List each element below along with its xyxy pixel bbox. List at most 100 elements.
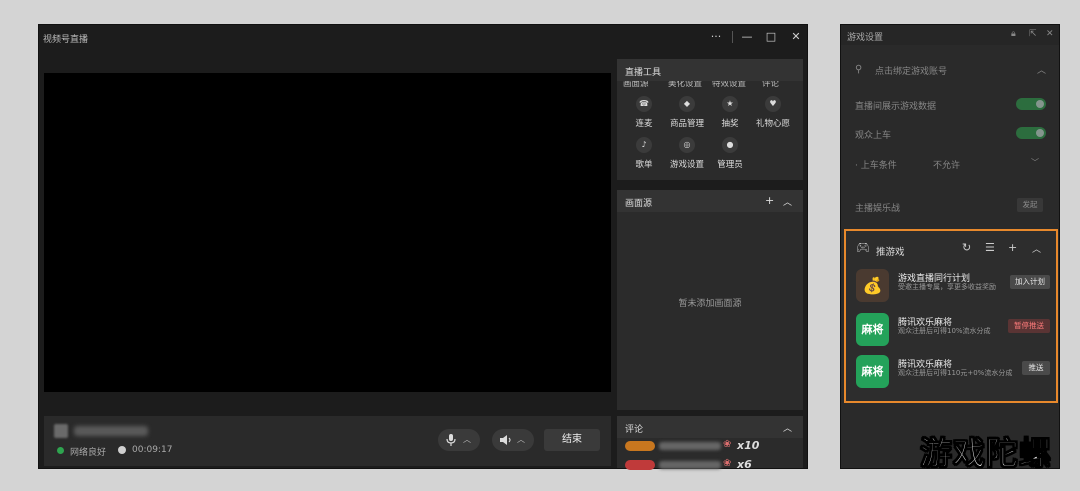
live-tools-header: 直播工具 <box>617 59 803 81</box>
speaker-control[interactable]: ︿ <box>492 429 534 451</box>
minimize-icon[interactable]: — <box>739 29 755 45</box>
refresh-icon[interactable]: ↻ <box>962 241 971 254</box>
host-fun-battle-button[interactable]: 发起 <box>1017 198 1043 212</box>
title-bar: 视频号直播 ··· — □ ✕ <box>39 25 807 49</box>
title-divider <box>732 31 733 43</box>
gift-count: x10 <box>737 439 760 452</box>
gift-icon: ❀ <box>723 439 732 450</box>
add-icon[interactable]: + <box>1008 241 1017 254</box>
mic-icon <box>446 434 456 446</box>
lock-icon[interactable]: 🔒︎ <box>1011 29 1016 39</box>
join-plan-button[interactable]: 加入计划 <box>1010 275 1050 289</box>
live-main-window: 视频号直播 ··· — □ ✕ 网络良好 00:09:17 ︿ ︿ 结束 直播工… <box>38 24 808 471</box>
game-item-desc: 受邀主播专属，享更多收益奖励 <box>898 283 996 291</box>
bind-account-row[interactable]: ⚲ 点击绑定游戏账号 ︿ <box>849 56 1053 84</box>
fan-badge <box>625 441 655 451</box>
push-game-section: 🎮︎ 推游戏 ↻ ☰ + ︿ 💰 游戏直播同行计划 受邀主播专属，享更多收益奖励… <box>844 229 1058 403</box>
end-live-button[interactable]: 结束 <box>544 429 600 451</box>
tool-admin[interactable]: ● 管理员 <box>708 137 752 170</box>
lottery-icon: ★ <box>722 96 738 112</box>
user-icon: ⚲ <box>855 64 863 75</box>
network-status: 网络良好 <box>70 448 107 458</box>
add-icon[interactable]: + <box>765 194 774 207</box>
comment-blurred <box>659 461 721 469</box>
game-settings-window: 游戏设置 🔒︎ ⇱ ✕ ⚲ 点击绑定游戏账号 ︿ 直播间展示游戏数据 观众上车 … <box>840 24 1060 469</box>
goods-icon: ◆ <box>679 96 695 112</box>
live-preview <box>44 73 611 392</box>
chevron-up-icon[interactable]: ︿ <box>783 421 792 434</box>
clock-icon <box>118 446 126 454</box>
tool-playlist[interactable]: ♪ 歌单 <box>622 137 666 170</box>
join-condition-value: 不允许 <box>933 161 961 171</box>
live-status-bar: 网络良好 00:09:17 ︿ ︿ 结束 <box>44 416 611 466</box>
game-item-desc: 观众注册后可得110元+0%流水分成 <box>898 369 1013 377</box>
gift-count: x6 <box>737 458 752 471</box>
speaker-icon <box>500 435 511 445</box>
chevron-up-icon[interactable]: ︿ <box>1037 63 1046 76</box>
tool-cut-label[interactable]: 美化设置 <box>668 81 702 89</box>
fan-badge <box>625 460 655 470</box>
tool-link-mic[interactable]: ☎ 连麦 <box>622 96 666 129</box>
game-settings-titlebar: 游戏设置 🔒︎ ⇱ ✕ <box>841 25 1059 45</box>
audience-join-label: 观众上车 <box>855 131 892 141</box>
show-game-data-label: 直播间展示游戏数据 <box>855 102 937 112</box>
live-tools-title: 直播工具 <box>625 68 662 78</box>
playlist-icon: ♪ <box>636 137 652 153</box>
mahjong-game-icon: 麻将 <box>856 313 889 346</box>
scene-source-panel: 画面源 + ︿ 暂未添加画面源 <box>617 190 803 410</box>
comment-title: 评论 <box>625 425 644 435</box>
close-icon[interactable]: ✕ <box>1046 29 1054 39</box>
join-condition-label: · 上车条件 <box>855 161 897 171</box>
game-item: 麻将 腾讯欢乐麻将 观众注册后可得10%流水分成 暂停推送 <box>856 313 1052 349</box>
tool-lottery[interactable]: ★ 抽奖 <box>708 96 752 129</box>
popout-icon[interactable]: ⇱ <box>1029 29 1037 39</box>
scene-source-header: 画面源 + ︿ <box>617 190 803 212</box>
window-title: 视频号直播 <box>43 35 89 45</box>
game-item-desc: 观众注册后可得10%流水分成 <box>898 327 991 335</box>
tool-game-settings[interactable]: ◎ 游戏设置 <box>665 137 709 170</box>
chevron-up-icon[interactable]: ︿ <box>517 434 525 445</box>
watermark: 游戏陀螺 <box>919 434 1053 473</box>
gamepad-icon: ◎ <box>679 137 695 153</box>
admin-icon: ● <box>722 137 738 153</box>
more-icon[interactable]: ··· <box>708 29 724 45</box>
live-duration: 00:09:17 <box>132 445 173 455</box>
gamepad-icon: 🎮︎ <box>856 241 870 254</box>
maximize-icon[interactable]: □ <box>763 29 779 45</box>
close-icon[interactable]: ✕ <box>788 29 804 45</box>
comment-header: 评论 ︿ <box>617 416 803 438</box>
scene-source-empty: 暂未添加画面源 <box>678 299 742 309</box>
tool-goods[interactable]: ◆ 商品管理 <box>665 96 709 129</box>
chevron-up-icon[interactable]: ︿ <box>783 195 792 208</box>
network-status-icon <box>57 447 64 454</box>
show-game-data-toggle[interactable] <box>1016 98 1046 110</box>
chevron-up-icon[interactable]: ︿ <box>463 434 471 445</box>
username-blurred <box>74 426 148 436</box>
list-icon[interactable]: ☰ <box>985 241 995 254</box>
join-condition-select[interactable]: 不允许 ﹀ <box>927 156 1047 171</box>
push-button[interactable]: 推送 <box>1022 361 1050 375</box>
mic-control[interactable]: ︿ <box>438 429 480 451</box>
link-mic-icon: ☎ <box>636 96 652 112</box>
pause-push-button[interactable]: 暂停推送 <box>1008 319 1050 333</box>
chevron-down-icon: ﹀ <box>1031 158 1039 167</box>
avatar <box>54 424 68 438</box>
game-settings-title: 游戏设置 <box>847 33 884 43</box>
scene-source-title: 画面源 <box>625 199 653 209</box>
gift-wish-icon: ♥ <box>765 96 781 112</box>
comment-panel: 评论 ︿ ❀ x10 ❀ x6 <box>617 416 803 471</box>
game-item: 麻将 腾讯欢乐麻将 观众注册后可得110元+0%流水分成 推送 <box>856 355 1052 391</box>
comment-blurred <box>659 442 721 450</box>
bind-account-label: 点击绑定游戏账号 <box>875 67 948 77</box>
host-fun-battle-label: 主播娱乐战 <box>855 204 901 214</box>
tool-cut-label[interactable]: 评论 <box>762 81 779 89</box>
tool-gift-wish[interactable]: ♥ 礼物心愿 <box>751 96 795 129</box>
tool-cut-label[interactable]: 画面源 <box>623 81 649 89</box>
coin-bag-icon: 💰 <box>856 269 889 302</box>
game-item: 💰 游戏直播同行计划 受邀主播专属，享更多收益奖励 加入计划 <box>856 269 1052 305</box>
chevron-up-icon[interactable]: ︿ <box>1032 242 1041 255</box>
gift-icon: ❀ <box>723 458 732 469</box>
audience-join-toggle[interactable] <box>1016 127 1046 139</box>
mahjong-game-icon: 麻将 <box>856 355 889 388</box>
tool-cut-label[interactable]: 特效设置 <box>712 81 746 89</box>
